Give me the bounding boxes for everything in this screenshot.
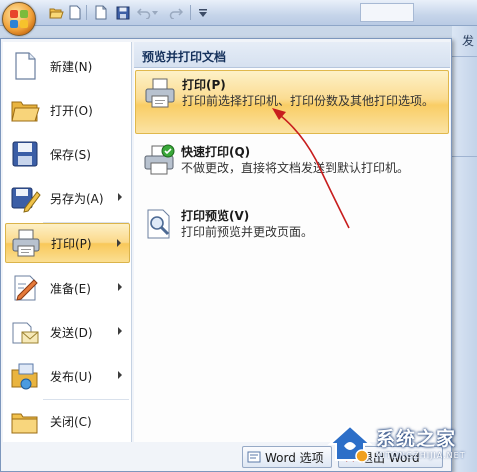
save-icon[interactable] — [114, 4, 131, 21]
options-icon — [247, 450, 261, 464]
send-icon — [9, 316, 41, 348]
quick-print-icon — [142, 143, 176, 177]
open-icon[interactable] — [48, 4, 65, 21]
new-icon[interactable] — [66, 4, 83, 21]
submenu-arrow-icon — [118, 283, 122, 291]
menu-item-publish[interactable]: 发布(U) — [5, 356, 130, 396]
watermark-house-logo-icon — [327, 424, 373, 463]
toolbar-divider — [86, 5, 87, 20]
menu-item-label: 关闭(C) — [50, 414, 92, 429]
close-folder-icon — [9, 405, 41, 437]
menu-item-save-as[interactable]: 另存为(A) — [5, 178, 130, 218]
ribbon-partial-text: 发 — [462, 34, 475, 48]
watermark-url: XITONGZHIJIA.NET — [376, 451, 466, 460]
watermark: 系统之家 XITONGZHIJIA.NET — [318, 418, 468, 468]
undo-icon[interactable] — [135, 4, 152, 21]
blank-document-icon[interactable] — [92, 4, 109, 21]
save-disk-icon — [9, 138, 41, 170]
menu-item-label: 准备(E) — [50, 281, 91, 296]
submenu-item-title: 快速打印(Q) — [181, 145, 251, 159]
office-logo-icon — [10, 10, 30, 30]
submenu-item-quick-print[interactable]: 快速打印(Q) 不做更改，直接将文档发送到默认打印机。 — [135, 138, 449, 194]
submenu-arrow-icon — [118, 193, 122, 201]
menu-item-label: 发送(D) — [50, 325, 93, 340]
printer-icon — [10, 227, 42, 259]
save-as-icon — [9, 182, 41, 214]
new-document-icon — [9, 50, 41, 82]
undo-dropdown-icon[interactable] — [151, 4, 159, 21]
submenu-item-print-preview[interactable]: 打印预览(V) 打印前预览并更改页面。 — [135, 202, 449, 258]
publish-icon — [9, 360, 41, 392]
menu-command-list: 新建(N) 打开(O) 保存(S) 另存为(A) 打印(P) 准备(E) 发送(… — [3, 42, 132, 442]
submenu-item-title: 打印预览(V) — [181, 209, 250, 223]
submenu-arrow-icon — [118, 327, 122, 335]
office-button[interactable] — [2, 2, 36, 36]
submenu-item-title: 打印(P) — [182, 78, 226, 92]
submenu-header: 预览并打印文档 — [134, 42, 450, 68]
menu-item-save[interactable]: 保存(S) — [5, 134, 130, 174]
menu-item-close[interactable]: 关闭(C) — [5, 401, 130, 441]
redo-icon[interactable] — [167, 4, 184, 21]
watermark-text: 系统之家 — [376, 428, 457, 450]
menu-item-label: 打印(P) — [51, 236, 92, 251]
menu-item-send[interactable]: 发送(D) — [5, 312, 130, 352]
customize-toolbar-icon[interactable] — [198, 4, 208, 21]
open-folder-icon — [9, 94, 41, 126]
submenu-item-description: 不做更改，直接将文档发送到默认打印机。 — [181, 161, 410, 175]
print-preview-icon — [142, 207, 176, 241]
word-options-label: Word 选项 — [265, 450, 324, 465]
submenu-arrow-icon — [118, 371, 122, 379]
print-submenu: 预览并打印文档 打印(P) 打印前选择打印机、打印份数及其他打印选项。 快速打印… — [134, 42, 450, 442]
menu-item-label: 保存(S) — [50, 147, 91, 162]
ribbon-background — [452, 26, 477, 472]
office-menu: 新建(N) 打开(O) 保存(S) 另存为(A) 打印(P) 准备(E) 发送(… — [0, 38, 452, 472]
toolbar-divider — [190, 5, 191, 20]
quick-access-toolbar — [0, 0, 477, 26]
menu-item-prepare[interactable]: 准备(E) — [5, 268, 130, 308]
submenu-item-description: 打印前选择打印机、打印份数及其他打印选项。 — [182, 94, 435, 108]
menu-item-label: 新建(N) — [50, 59, 93, 74]
menu-item-label: 另存为(A) — [50, 191, 104, 206]
document-tab[interactable] — [360, 3, 414, 22]
menu-item-label: 打开(O) — [50, 103, 93, 118]
menu-item-open[interactable]: 打开(O) — [5, 90, 130, 130]
menu-item-print[interactable]: 打印(P) — [5, 223, 130, 263]
submenu-item-description: 打印前预览并更改页面。 — [181, 225, 314, 239]
menu-divider — [43, 399, 129, 400]
menu-item-label: 发布(U) — [50, 369, 93, 384]
submenu-item-print[interactable]: 打印(P) 打印前选择打印机、打印份数及其他打印选项。 — [135, 70, 449, 134]
submenu-arrow-icon — [117, 239, 121, 247]
menu-item-new[interactable]: 新建(N) — [5, 46, 130, 86]
printer-icon — [143, 76, 177, 110]
prepare-icon — [9, 272, 41, 304]
